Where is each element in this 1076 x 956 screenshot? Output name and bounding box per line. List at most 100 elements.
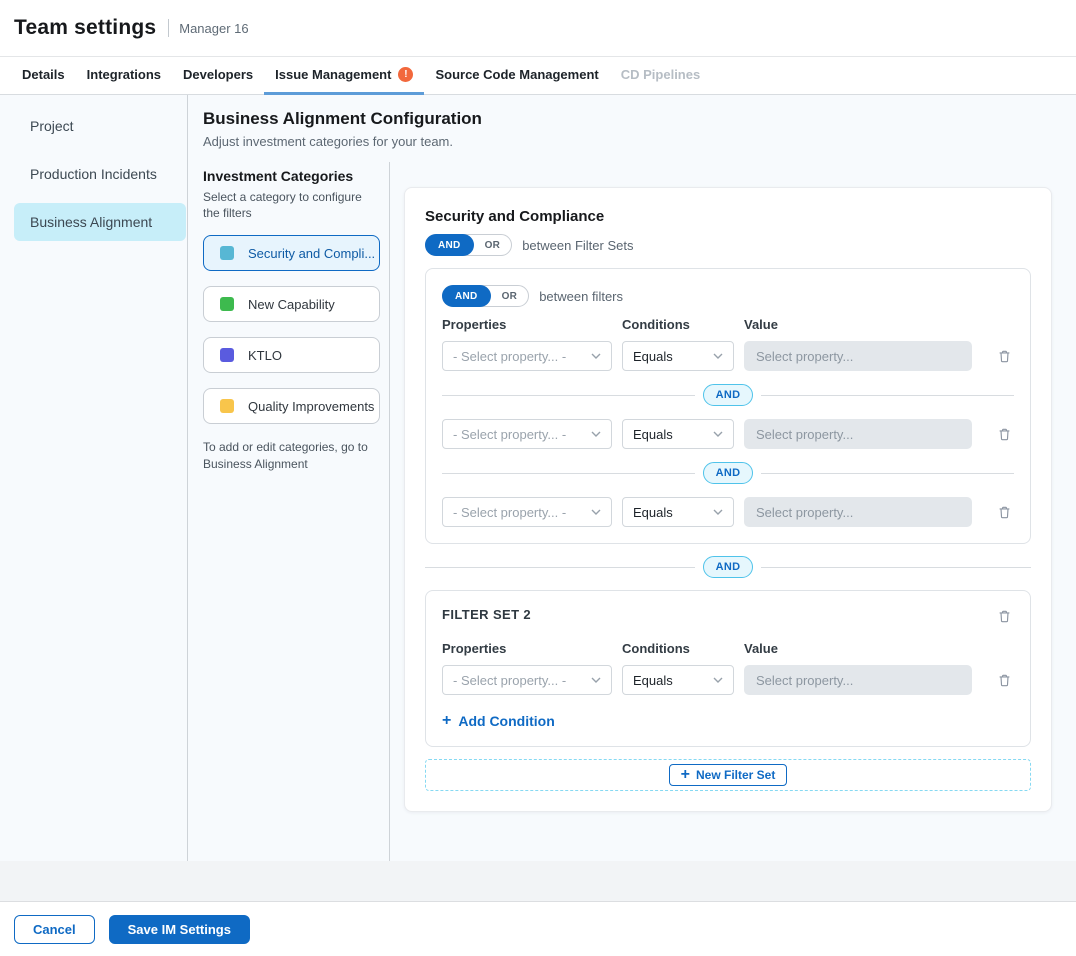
- add-condition-button[interactable]: + Add Condition: [442, 713, 555, 729]
- category-label: Quality Improvements: [248, 399, 374, 414]
- and-chip: AND: [703, 462, 754, 484]
- separator-line: [425, 567, 695, 568]
- section-subtitle: Adjust investment categories for your te…: [203, 134, 1076, 149]
- separator-line: [761, 395, 1014, 396]
- category-label: Security and Compli...: [248, 246, 375, 261]
- save-im-settings-button[interactable]: Save IM Settings: [109, 915, 250, 944]
- config-row: Investment Categories Select a category …: [203, 162, 1076, 861]
- trash-icon: [997, 427, 1012, 442]
- title-divider: [168, 19, 169, 37]
- value-input[interactable]: Select property...: [744, 497, 972, 527]
- condition-select-value: Equals: [633, 349, 673, 364]
- tab-source-code-management[interactable]: Source Code Management: [424, 57, 609, 95]
- columns-header: Properties Conditions Value: [442, 641, 1014, 656]
- delete-filter-set-button[interactable]: [995, 607, 1014, 626]
- sidebar-item-project[interactable]: Project: [14, 107, 186, 145]
- property-select[interactable]: - Select property... -: [442, 419, 612, 449]
- content-area: Project Production Incidents Business Al…: [0, 95, 1076, 861]
- between-filter-sets-label: between Filter Sets: [522, 238, 633, 253]
- property-select[interactable]: - Select property... -: [442, 497, 612, 527]
- tab-integrations-label: Integrations: [87, 67, 161, 82]
- categories-title: Investment Categories: [203, 168, 380, 184]
- cancel-button[interactable]: Cancel: [14, 915, 95, 944]
- tab-developers[interactable]: Developers: [172, 57, 264, 95]
- and-separator: AND: [442, 384, 1014, 406]
- footer-actions: Cancel Save IM Settings: [0, 902, 1076, 956]
- chevron-down-icon: [713, 509, 723, 515]
- conditions-column-header: Conditions: [622, 641, 734, 656]
- filter-row: - Select property... - Equals Select pro…: [442, 341, 1014, 371]
- and-or-toggle-filters[interactable]: AND OR: [442, 285, 529, 307]
- sidebar-item-production-incidents[interactable]: Production Incidents: [14, 155, 186, 193]
- between-filters-label: between filters: [539, 289, 623, 304]
- tab-cd-pipelines: CD Pipelines: [610, 57, 711, 95]
- plus-icon: +: [681, 767, 690, 783]
- columns-header: Properties Conditions Value: [442, 317, 1014, 332]
- property-select-placeholder: - Select property... -: [453, 427, 566, 442]
- condition-select[interactable]: Equals: [622, 665, 734, 695]
- tab-details-label: Details: [22, 67, 65, 82]
- condition-select-value: Equals: [633, 427, 673, 442]
- category-button-new-capability[interactable]: New Capability: [203, 286, 380, 322]
- category-label: KTLO: [248, 348, 282, 363]
- toggle-and-option[interactable]: AND: [442, 285, 491, 307]
- toggle-and-option[interactable]: AND: [425, 234, 474, 256]
- team-name-label: Manager 16: [179, 21, 248, 36]
- condition-select-value: Equals: [633, 673, 673, 688]
- filters-operator-row: AND OR between filters: [442, 285, 1014, 307]
- content-bottom-strip: [0, 861, 1076, 902]
- main-area: Security and Compliance AND OR between F…: [390, 162, 1076, 861]
- chevron-down-icon: [713, 677, 723, 683]
- category-button-quality-improvements[interactable]: Quality Improvements: [203, 388, 380, 424]
- category-label: New Capability: [248, 297, 335, 312]
- trash-icon: [997, 505, 1012, 520]
- separator-line: [442, 395, 695, 396]
- property-select[interactable]: - Select property... -: [442, 665, 612, 695]
- value-column-header: Value: [744, 317, 972, 332]
- delete-filter-button[interactable]: [995, 347, 1014, 366]
- category-button-security-and-compliance[interactable]: Security and Compli...: [203, 235, 380, 271]
- delete-filter-button[interactable]: [995, 503, 1014, 522]
- delete-filter-button[interactable]: [995, 425, 1014, 444]
- new-filter-set-button[interactable]: + New Filter Set: [669, 764, 788, 786]
- toggle-or-option[interactable]: OR: [474, 240, 512, 251]
- category-swatch: [220, 246, 234, 260]
- condition-select-value: Equals: [633, 505, 673, 520]
- tab-issue-management[interactable]: Issue Management !: [264, 57, 424, 95]
- property-select-placeholder: - Select property... -: [453, 673, 566, 688]
- tab-integrations[interactable]: Integrations: [76, 57, 172, 95]
- delete-filter-button[interactable]: [995, 671, 1014, 690]
- and-separator-between-sets: AND: [425, 556, 1031, 578]
- tab-details[interactable]: Details: [11, 57, 76, 95]
- tab-bar: Details Integrations Developers Issue Ma…: [0, 57, 1076, 95]
- chevron-down-icon: [591, 431, 601, 437]
- value-input[interactable]: Select property...: [744, 665, 972, 695]
- separator-line: [761, 473, 1014, 474]
- property-select-placeholder: - Select property... -: [453, 505, 566, 520]
- separator-line: [761, 567, 1031, 568]
- condition-select[interactable]: Equals: [622, 497, 734, 527]
- selected-category-heading: Security and Compliance: [425, 208, 1031, 225]
- value-input[interactable]: Select property...: [744, 419, 972, 449]
- value-input[interactable]: Select property...: [744, 341, 972, 371]
- and-or-toggle-filter-sets[interactable]: AND OR: [425, 234, 512, 256]
- condition-select[interactable]: Equals: [622, 341, 734, 371]
- conditions-column-header: Conditions: [622, 317, 734, 332]
- new-filter-set-dropzone: + New Filter Set: [425, 759, 1031, 791]
- property-select-placeholder: - Select property... -: [453, 349, 566, 364]
- filters-panel: Security and Compliance AND OR between F…: [404, 187, 1052, 812]
- separator-line: [442, 473, 695, 474]
- tab-issue-management-label: Issue Management: [275, 67, 391, 82]
- investment-categories-panel: Investment Categories Select a category …: [203, 162, 390, 861]
- chevron-down-icon: [591, 677, 601, 683]
- properties-column-header: Properties: [442, 641, 612, 656]
- filter-set-2-card: FILTER SET 2 Properties Conditions Value: [425, 590, 1031, 747]
- toggle-or-option[interactable]: OR: [491, 291, 529, 302]
- categories-footnote: To add or edit categories, go to Busines…: [203, 439, 380, 473]
- property-select[interactable]: - Select property... -: [442, 341, 612, 371]
- category-button-ktlo[interactable]: KTLO: [203, 337, 380, 373]
- condition-select[interactable]: Equals: [622, 419, 734, 449]
- sidebar-item-business-alignment[interactable]: Business Alignment: [14, 203, 186, 241]
- alert-badge-icon: !: [398, 67, 413, 82]
- section-title: Business Alignment Configuration: [203, 109, 1076, 129]
